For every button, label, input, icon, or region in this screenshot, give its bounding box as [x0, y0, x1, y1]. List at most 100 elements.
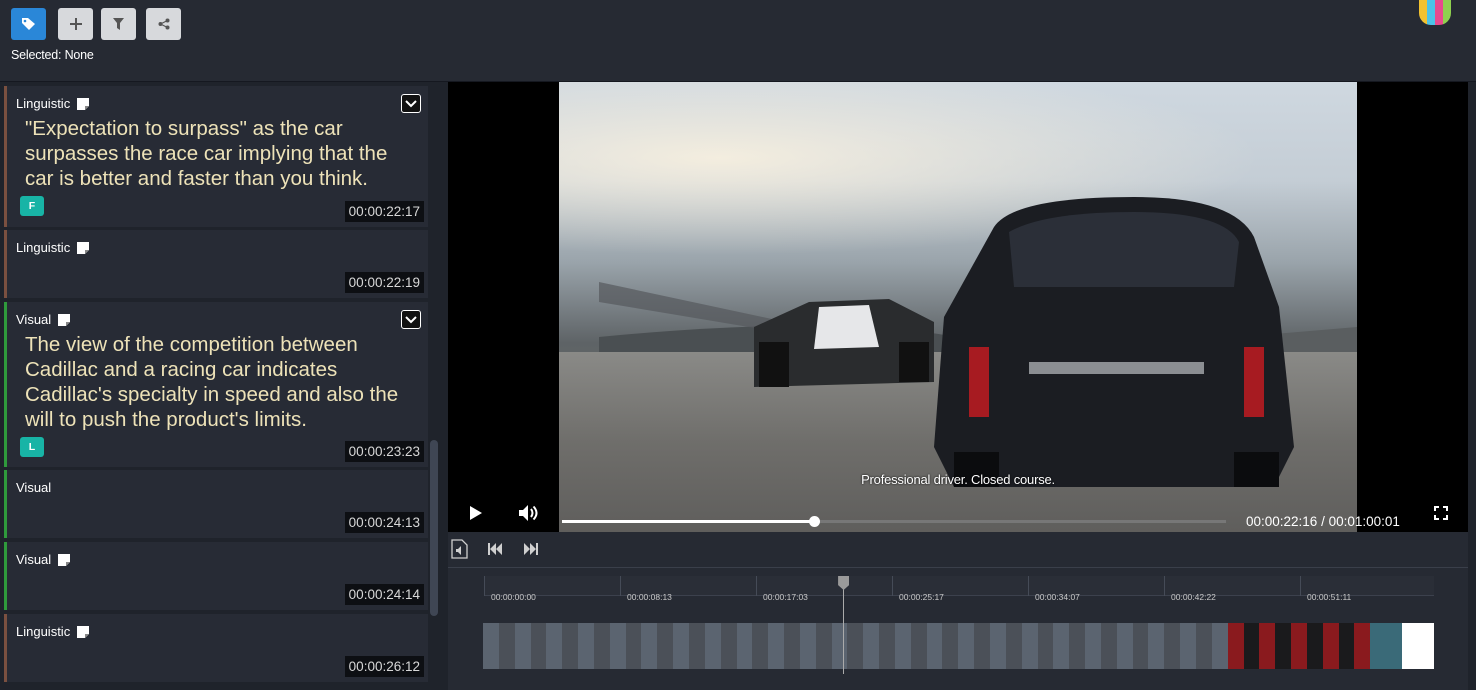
- timeline-frame: [910, 623, 927, 669]
- tag-icon: [21, 18, 35, 30]
- timeline-ruler[interactable]: 00:00:00:00 00:00:08:13 00:00:17:03 00:00:2…: [484, 576, 1434, 602]
- annotation-card[interactable]: Visual 00:00:24:14: [4, 542, 428, 610]
- timeline-frame: [863, 623, 880, 669]
- annotation-card[interactable]: Visual 00:00:24:13: [4, 470, 428, 538]
- timeline-frame: [990, 623, 1006, 669]
- annotation-type: Linguistic: [16, 96, 71, 111]
- timeline-tick: [1164, 576, 1165, 596]
- race-car: [754, 299, 934, 387]
- volume-icon: [519, 505, 538, 521]
- audio-file-icon: [450, 539, 468, 559]
- timeline-playhead[interactable]: [843, 576, 845, 674]
- timeline-frame: [1370, 623, 1387, 669]
- seek-bar-knob[interactable]: [809, 516, 821, 527]
- tag-button[interactable]: [11, 8, 46, 40]
- timeline-frame: [578, 623, 594, 669]
- share-button[interactable]: [146, 8, 181, 40]
- fullscreen-button[interactable]: [1430, 502, 1452, 524]
- chevron-down-icon: [405, 315, 417, 323]
- timeline-frame: [514, 623, 531, 669]
- annotation-tag: F: [20, 196, 44, 216]
- note-icon[interactable]: [77, 625, 90, 638]
- annotation-type: Visual: [16, 480, 52, 495]
- timeline-frame: [894, 623, 911, 669]
- timeline-tick: [756, 576, 757, 596]
- timeline-frame: [1005, 623, 1022, 669]
- play-icon: [470, 506, 482, 520]
- annotation-type: Linguistic: [16, 624, 71, 639]
- expand-button[interactable]: [401, 310, 421, 329]
- timeline-tick: [1028, 576, 1029, 596]
- audio-track-button[interactable]: [449, 539, 469, 559]
- expand-button[interactable]: [401, 94, 421, 113]
- filter-button[interactable]: [101, 8, 136, 40]
- player-controls: 00:00:22:16 / 00:01:00:01: [448, 494, 1468, 532]
- timeline[interactable]: 00:00:00:00 00:00:08:13 00:00:17:03 00:00:2…: [448, 568, 1468, 690]
- timeline-frame: [1037, 623, 1054, 669]
- timeline-frame: [1306, 623, 1323, 669]
- timeline-frame: [926, 623, 943, 669]
- timeline-frame: [530, 623, 547, 669]
- annotation-timestamp[interactable]: 00:00:22:17: [344, 201, 424, 222]
- timeline-frame: [784, 623, 800, 669]
- selected-label: Selected: None: [11, 48, 94, 62]
- scrollbar-thumb[interactable]: [430, 440, 438, 616]
- timeline-frame: [847, 623, 864, 669]
- plus-icon: [69, 18, 82, 30]
- note-icon[interactable]: [58, 553, 71, 566]
- timeline-tick: [484, 576, 485, 596]
- timeline-frame: [1417, 623, 1434, 669]
- timeline-frame: [625, 623, 642, 669]
- timeline-frame: [1148, 623, 1165, 669]
- note-icon[interactable]: [58, 313, 71, 326]
- timeline-frame: [1164, 623, 1181, 669]
- timeline-frame: [831, 623, 848, 669]
- timeline-frame: [736, 623, 753, 669]
- annotation-tag: L: [20, 437, 44, 457]
- skip-forward-icon: [524, 543, 538, 555]
- sedan-car: [934, 197, 1294, 487]
- seek-bar-fill: [562, 520, 815, 523]
- timeline-frame: [641, 623, 658, 669]
- timeline-frame: [1386, 623, 1402, 669]
- timeline-tick-label: 00:00:00:00: [491, 592, 536, 602]
- timeline-frame: [1211, 623, 1228, 669]
- annotation-timestamp[interactable]: 00:00:24:13: [344, 512, 424, 533]
- video-player[interactable]: Professional driver. Closed course. 00:0…: [448, 82, 1468, 532]
- annotation-card[interactable]: Linguistic 00:00:22:19: [4, 230, 428, 298]
- timeline-frame: [609, 623, 626, 669]
- annotation-text: "Expectation to surpass" as the car surp…: [25, 117, 388, 190]
- annotation-timestamp[interactable]: 00:00:26:12: [344, 656, 424, 677]
- note-icon[interactable]: [77, 241, 90, 254]
- annotation-timestamp[interactable]: 00:00:22:19: [344, 272, 424, 293]
- skip-forward-button[interactable]: [521, 539, 541, 559]
- video-frame[interactable]: Professional driver. Closed course.: [559, 82, 1357, 532]
- annotation-timestamp[interactable]: 00:00:23:23: [344, 441, 424, 462]
- timeline-frame: [879, 623, 895, 669]
- annotation-timestamp[interactable]: 00:00:24:14: [344, 584, 424, 605]
- volume-button[interactable]: [518, 502, 540, 524]
- play-button[interactable]: [465, 502, 487, 524]
- add-button[interactable]: [58, 8, 93, 40]
- timeline-frame: [1322, 623, 1339, 669]
- annotation-card[interactable]: Linguistic 00:00:26:12: [4, 614, 428, 682]
- timeline-tick-label: 00:00:08:13: [627, 592, 672, 602]
- annotation-card[interactable]: Linguistic "Expectation to surpass" as t…: [4, 86, 428, 227]
- annotation-type: Visual: [16, 552, 52, 567]
- seek-bar[interactable]: [562, 516, 1226, 527]
- timeline-frame: [1069, 623, 1086, 669]
- timeline-frame: [1291, 623, 1307, 669]
- annotation-card[interactable]: Visual The view of the competition betwe…: [4, 302, 428, 467]
- timeline-frame: [1180, 623, 1196, 669]
- skip-back-button[interactable]: [485, 539, 505, 559]
- top-toolbar: Selected: None: [0, 0, 1476, 82]
- time-readout: 00:00:22:16 / 00:01:00:01: [1246, 514, 1400, 529]
- timeline-frame: [546, 623, 563, 669]
- timeline-thumbnails[interactable]: [483, 623, 1434, 669]
- timeline-frame: [974, 623, 990, 669]
- timeline-frame: [942, 623, 959, 669]
- timeline-frame: [704, 623, 721, 669]
- timeline-frame: [720, 623, 737, 669]
- note-icon[interactable]: [77, 97, 90, 110]
- timeline-tick: [620, 576, 621, 596]
